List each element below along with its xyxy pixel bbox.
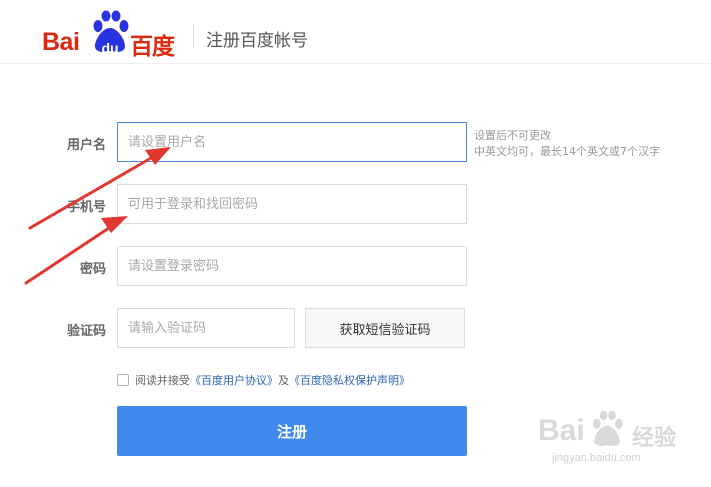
header-divider <box>193 24 194 48</box>
baidu-logo[interactable]: Bai du 百度 <box>42 8 182 60</box>
captcha-input[interactable] <box>117 308 295 348</box>
agreement-middle: 及 <box>278 374 289 387</box>
username-hint-line1: 设置后不可更改 <box>474 129 551 142</box>
watermark-url: jingyan.baidu.com <box>552 452 641 464</box>
username-input[interactable] <box>117 122 467 162</box>
watermark: Bai 经验 jingyan.baidu.com <box>538 408 703 468</box>
page-title: 注册百度帐号 <box>206 31 308 51</box>
watermark-cn: 经验 <box>632 426 677 451</box>
logo-latin-text: Bai <box>42 28 80 56</box>
user-agreement-link[interactable]: 《百度用户协议》 <box>190 372 278 388</box>
agreement-row: 阅读并接受 《百度用户协议》 及 《百度隐私权保护声明》 <box>117 372 410 388</box>
get-sms-code-button[interactable]: 获取短信验证码 <box>305 308 465 348</box>
privacy-statement-link[interactable]: 《百度隐私权保护声明》 <box>289 372 410 388</box>
password-input[interactable] <box>117 246 467 286</box>
agreement-prefix: 阅读并接受 <box>135 374 190 387</box>
logo-du-text: du <box>101 40 119 56</box>
username-hint-line2: 中英文均可，最长14个英文或7个汉字 <box>474 145 660 158</box>
watermark-paw-icon <box>592 410 623 446</box>
paw-icon: du <box>90 10 130 56</box>
agreement-checkbox[interactable] <box>117 374 129 386</box>
username-label: 用户名 <box>66 138 106 153</box>
phone-input[interactable] <box>117 184 467 224</box>
username-hint: 设置后不可更改 中英文均可，最长14个英文或7个汉字 <box>474 128 660 160</box>
watermark-latin: Bai <box>538 414 585 447</box>
page-header: Bai du 百度 注册百度帐号 <box>0 0 711 64</box>
register-button[interactable]: 注册 <box>117 406 467 456</box>
phone-label: 手机号 <box>66 200 106 215</box>
captcha-label: 验证码 <box>66 324 106 339</box>
password-label: 密码 <box>79 262 106 277</box>
logo-cn-text: 百度 <box>130 34 175 60</box>
